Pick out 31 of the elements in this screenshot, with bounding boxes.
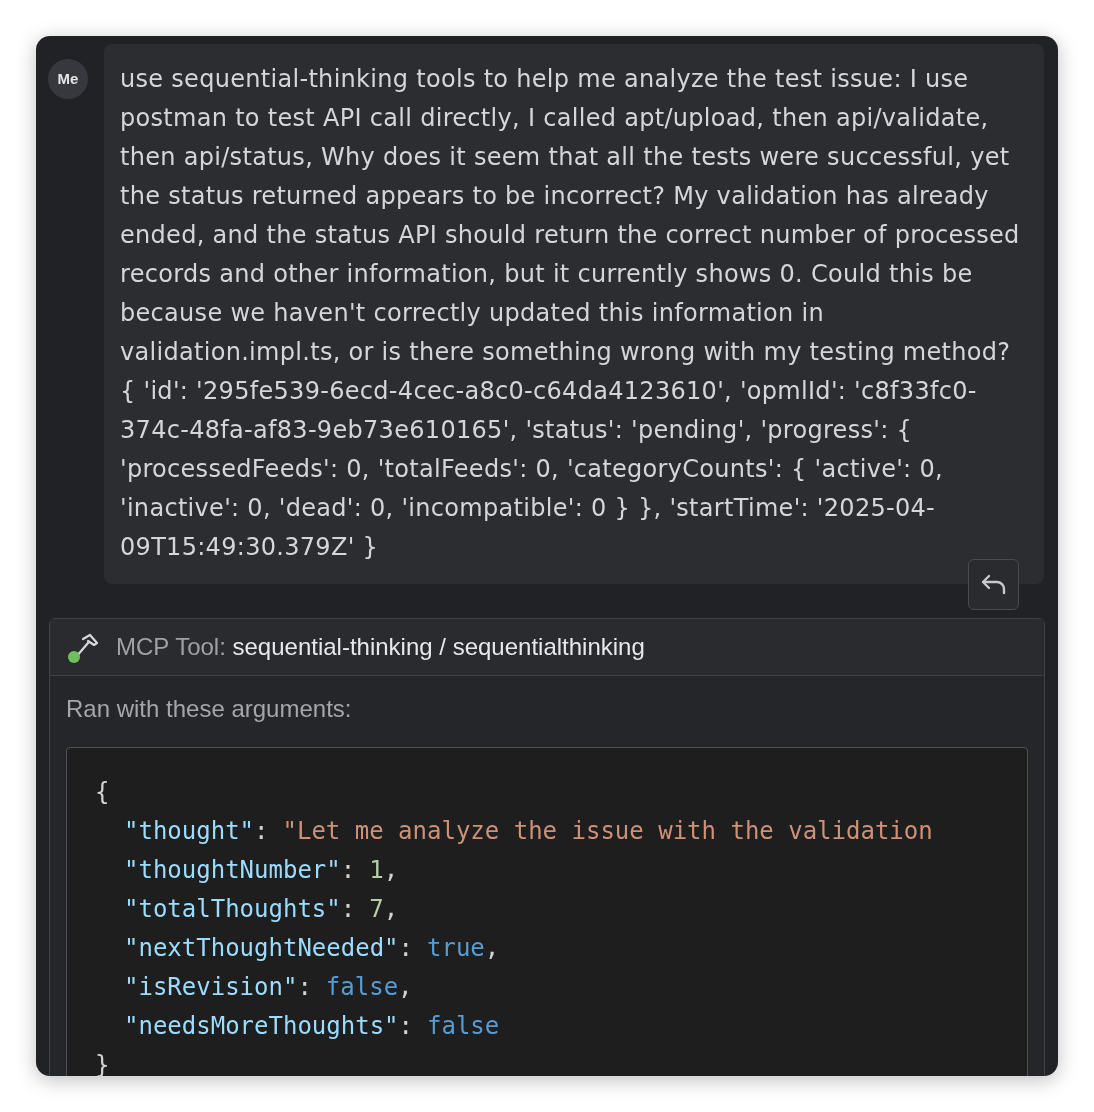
message-text: use sequential-thinking tools to help me analyze the test issue: I use postman to test API call directly, I called apt/upload, then api/validate, then api/status, Why does it seem that all the tests were successful, yet the status returned appears to be incorrect? My validation has already ended, and the status API should return the correct number of processed records and other information, but it currently shows 0. Could this be because we haven't correctly updated this information in validation.impl.ts, or is there something wrong with my testing method? { 'id': '295fe539-6ecd-4cec-a8c0-c64da4123610', 'opmlId': 'c8f33fc0-374c-48fa-af83-9eb73e610165', 'status': 'pending', 'progress': { 'processedFeeds': 0, 'totalFeeds': 0, 'categoryCounts': { 'active': 0, 'inactive': 0, 'dead': 0, 'incompatible': 0 } }, 'startTime': '2025-04-09T15:49:30.379Z' } (120, 64, 1021, 563)
code-comma: , (484, 934, 500, 962)
code-colon: : (254, 817, 269, 845)
code-key: "thought" (124, 817, 255, 845)
code-key: "needsMoreThoughts" (124, 1012, 399, 1040)
code-value: 7 (369, 895, 384, 923)
code-brace: { (95, 778, 110, 806)
code-value: false (427, 1012, 500, 1040)
code-colon: : (340, 856, 356, 884)
tool-name: sequential-thinking / sequentialthinking (232, 633, 645, 660)
code-key: "totalThoughts" (124, 895, 341, 923)
code-comma: , (383, 856, 399, 884)
code-value: false (325, 973, 399, 1001)
code-colon: : (398, 934, 413, 962)
code-key: "isRevision" (124, 973, 298, 1001)
code-colon: : (340, 895, 356, 923)
code-comma: , (383, 895, 399, 923)
arguments-label: Ran with these arguments: (65, 694, 353, 724)
tool-label: MCP Tool: (116, 633, 226, 660)
code-brace: } (95, 1051, 110, 1076)
code-colon: : (398, 1012, 413, 1040)
user-avatar: Me (48, 59, 88, 99)
undo-button[interactable] (968, 559, 1019, 610)
code-value: "Let me analyze the issue with the validation (282, 817, 933, 845)
code-key: "nextThoughtNeeded" (124, 934, 399, 962)
code-comma: , (398, 973, 413, 1001)
code-key: "thoughtNumber" (124, 856, 341, 884)
code-colon: : (297, 973, 312, 1001)
code-value: true (427, 934, 485, 962)
undo-icon (979, 573, 1008, 596)
code-value: 1 (369, 856, 384, 884)
